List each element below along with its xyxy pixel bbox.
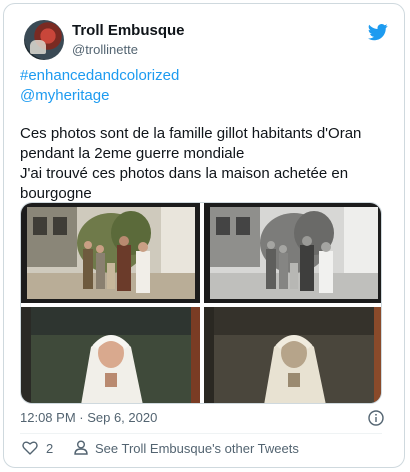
tweet-text-line: bourgogne xyxy=(20,185,92,202)
mention-link[interactable]: @myheritage xyxy=(20,86,109,106)
person-icon xyxy=(74,440,88,455)
photo-original-family[interactable] xyxy=(204,203,382,303)
divider xyxy=(20,433,382,434)
tweet-text-line: Ces photos sont de la famille gillot hab… xyxy=(20,125,362,142)
other-tweets-link[interactable]: See Troll Embusque's other Tweets xyxy=(95,441,299,456)
hashtag-link[interactable]: #enhancedandcolorized xyxy=(20,66,179,86)
author-handle[interactable]: @trollinette xyxy=(72,42,138,57)
avatar[interactable] xyxy=(24,20,64,60)
photo-colorized-family[interactable] xyxy=(21,203,200,303)
tweet-text-line: J'ai trouvé ces photos dans la maison ac… xyxy=(20,165,349,182)
twitter-bird-icon[interactable] xyxy=(367,22,389,42)
media-grid xyxy=(20,202,382,404)
photo-colorized-bride[interactable] xyxy=(21,307,200,404)
heart-icon[interactable] xyxy=(22,440,38,455)
tweet-text-line: pendant la 2eme guerre mondiale xyxy=(20,145,245,162)
tweet-timestamp[interactable]: 12:08 PM · Sep 6, 2020 xyxy=(20,410,157,425)
info-icon[interactable] xyxy=(368,410,384,426)
author-display-name[interactable]: Troll Embusque xyxy=(72,22,185,39)
photo-original-bride[interactable] xyxy=(204,307,382,404)
like-count: 2 xyxy=(46,441,54,456)
